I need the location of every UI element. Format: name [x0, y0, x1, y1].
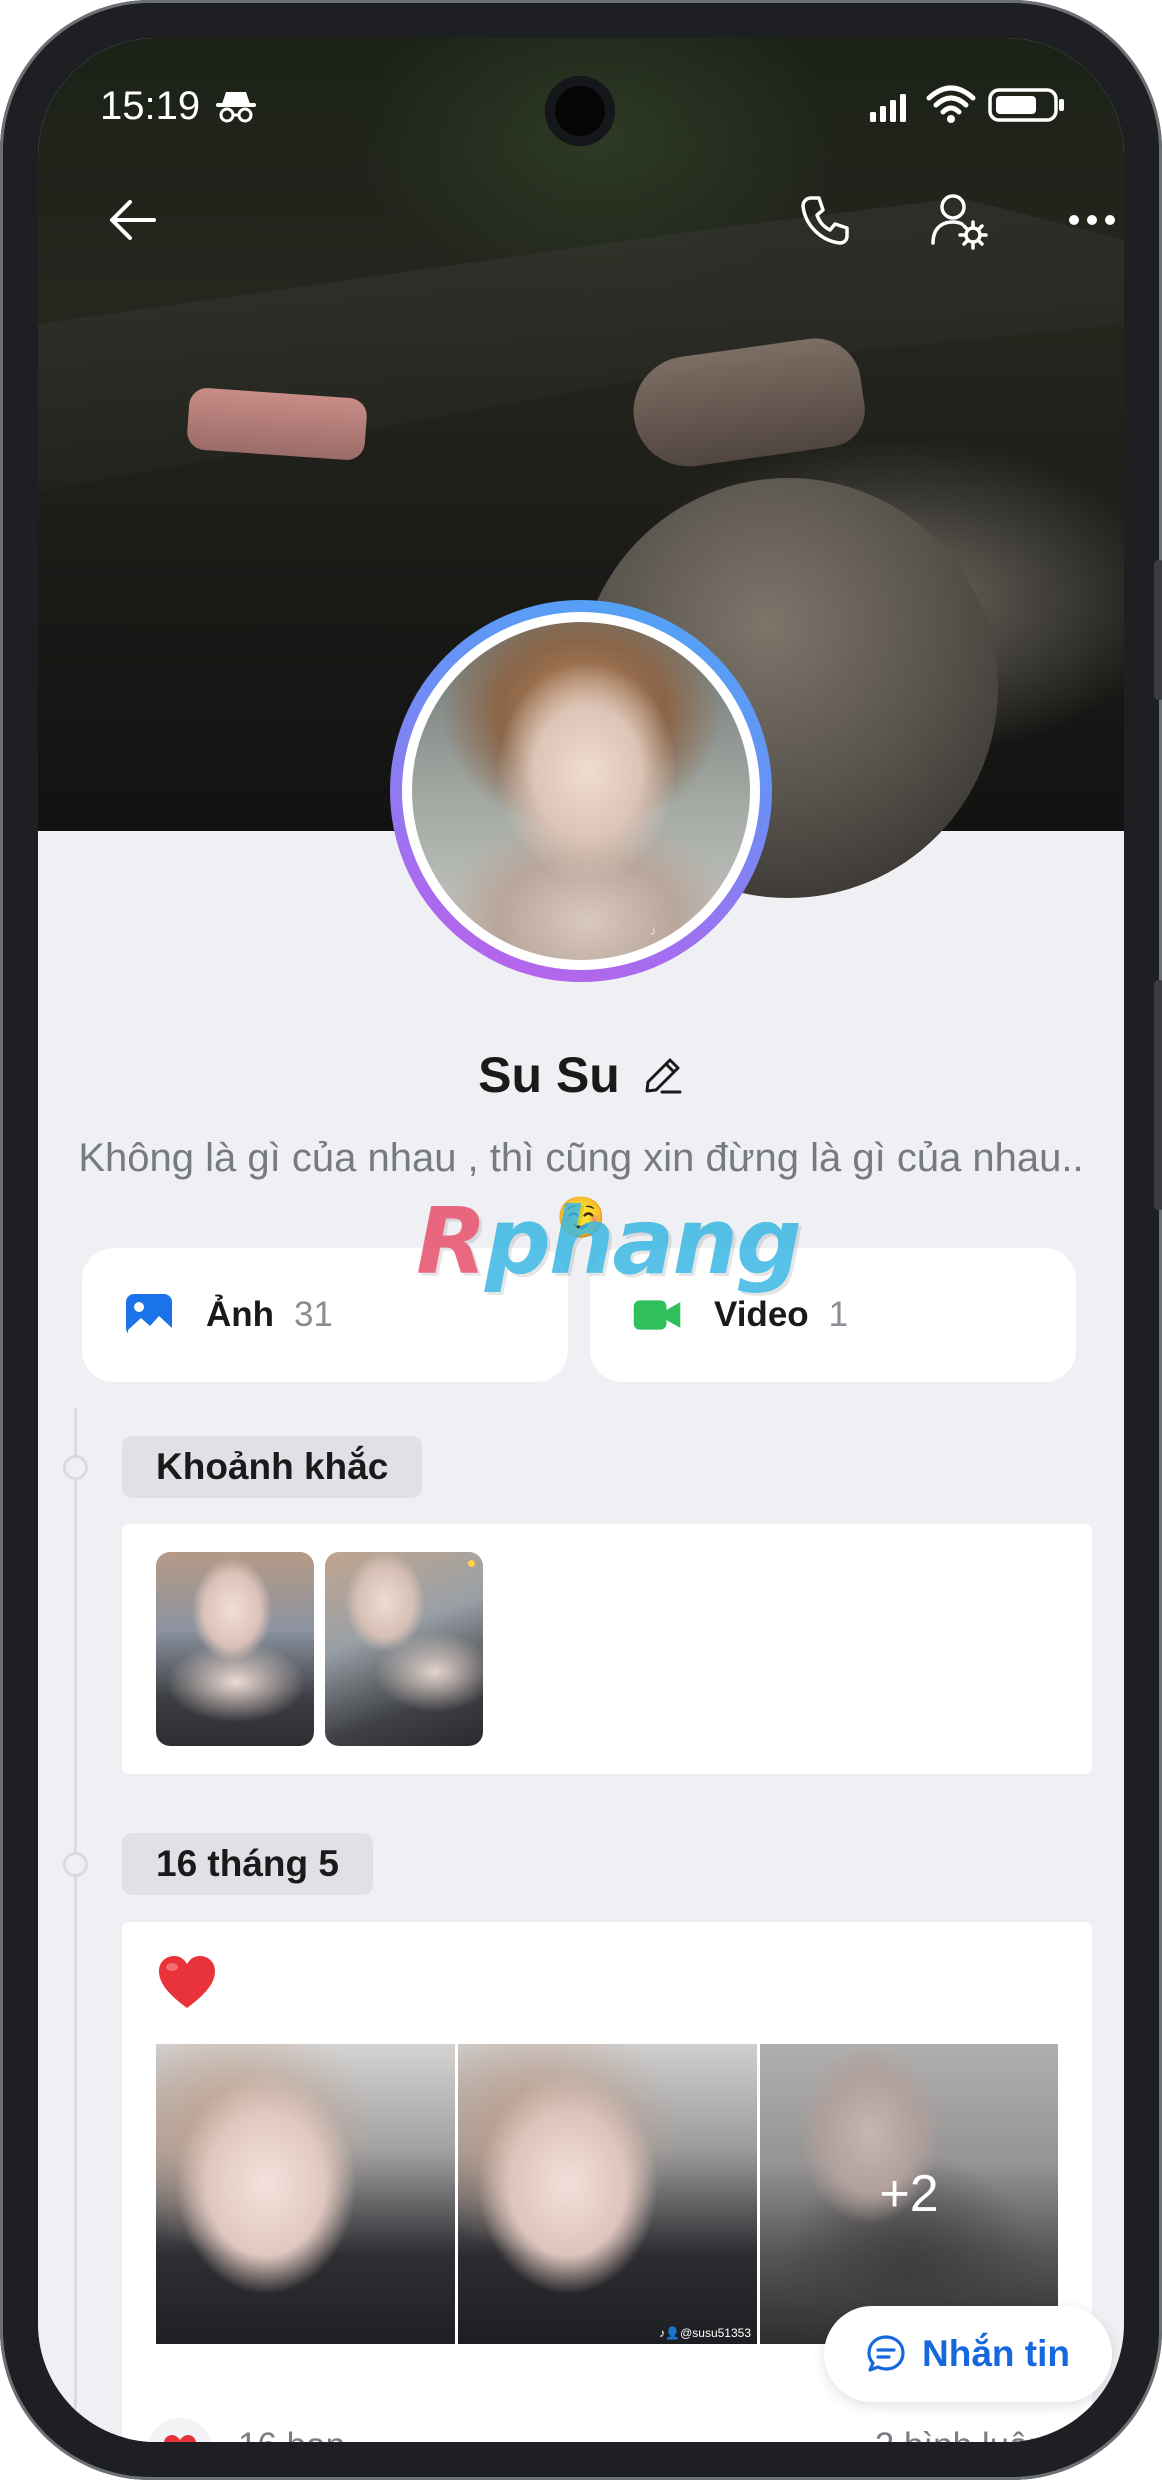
cover-photo-phone — [186, 386, 368, 462]
videos-label: Video — [714, 1295, 809, 1334]
post-photo[interactable] — [156, 2044, 455, 2344]
tiktok-tag: ♪👤@susu51353 — [659, 2326, 751, 2340]
more-dots-icon — [1069, 215, 1115, 225]
heart-emoji-icon — [159, 1956, 215, 2008]
profile-settings-button[interactable] — [916, 178, 1000, 262]
back-button[interactable] — [90, 178, 174, 262]
avatar[interactable]: ♪ — [412, 622, 750, 960]
profile-name-row: Su Su — [38, 1046, 1124, 1104]
moment-thumbnail[interactable] — [325, 1552, 483, 1746]
profile-name: Su Su — [478, 1047, 620, 1103]
moments-tag: Khoảnh khắc — [122, 1436, 423, 1498]
moments-card — [122, 1524, 1092, 1774]
wifi-icon — [926, 85, 976, 123]
incognito-icon — [216, 92, 256, 123]
reactions-count[interactable]: 16 bạn — [238, 2426, 345, 2442]
message-button-label: Nhắn tin — [922, 2333, 1070, 2374]
video-camera-icon — [633, 1300, 681, 1330]
tiktok-logo-icon: ♪ — [650, 924, 656, 938]
watermark-rest: phang — [485, 1188, 802, 1295]
post-photo[interactable]: ♪👤@susu51353 — [458, 2044, 757, 2344]
reaction-button[interactable] — [148, 2418, 212, 2442]
reactions-row: 16 bạn 2 bình luận — [122, 2418, 1092, 2442]
message-button[interactable]: Nhắn tin — [824, 2306, 1112, 2402]
phone-icon — [801, 196, 849, 245]
battery-icon — [988, 88, 1064, 122]
volume-button — [1154, 560, 1162, 700]
post-photo-more[interactable]: +2 — [760, 2044, 1058, 2344]
image-icon — [126, 1294, 172, 1336]
heart-icon — [164, 2435, 196, 2442]
call-button[interactable] — [783, 178, 867, 262]
more-options-button[interactable] — [1050, 178, 1124, 262]
front-camera — [545, 76, 615, 146]
phone-frame: 15:19 ♪ Su Su Không là gì của nhau , thì… — [0, 0, 1162, 2480]
timeline-dot — [63, 1852, 88, 1877]
power-button — [1154, 980, 1162, 1210]
moment-thumbnail[interactable] — [156, 1552, 314, 1746]
watermark-first-letter: R — [416, 1188, 487, 1295]
comments-count[interactable]: 2 bình luận — [875, 2426, 1048, 2442]
new-indicator-dot — [468, 1560, 475, 1567]
status-time: 15:19 — [100, 84, 201, 128]
timeline-dot — [63, 1455, 88, 1480]
chat-bubble-icon — [867, 2335, 905, 2372]
signal-icon — [870, 94, 906, 122]
photos-count: 31 — [294, 1295, 333, 1334]
user-gear-icon — [931, 194, 988, 250]
status-bar: 15:19 — [38, 38, 1124, 148]
watermark: Rphang — [408, 1188, 808, 1295]
photos-label: Ảnh — [206, 1295, 275, 1334]
post-date-tag: 16 tháng 5 — [122, 1833, 373, 1895]
timeline-line — [74, 1408, 77, 2442]
avatar-story-ring[interactable]: ♪ — [390, 600, 772, 982]
back-arrow-icon — [110, 200, 156, 240]
videos-count: 1 — [828, 1295, 849, 1334]
more-photos-count: +2 — [879, 2165, 939, 2223]
pencil-icon[interactable] — [642, 1054, 684, 1096]
screen: 15:19 ♪ Su Su Không là gì của nhau , thì… — [38, 38, 1124, 2442]
